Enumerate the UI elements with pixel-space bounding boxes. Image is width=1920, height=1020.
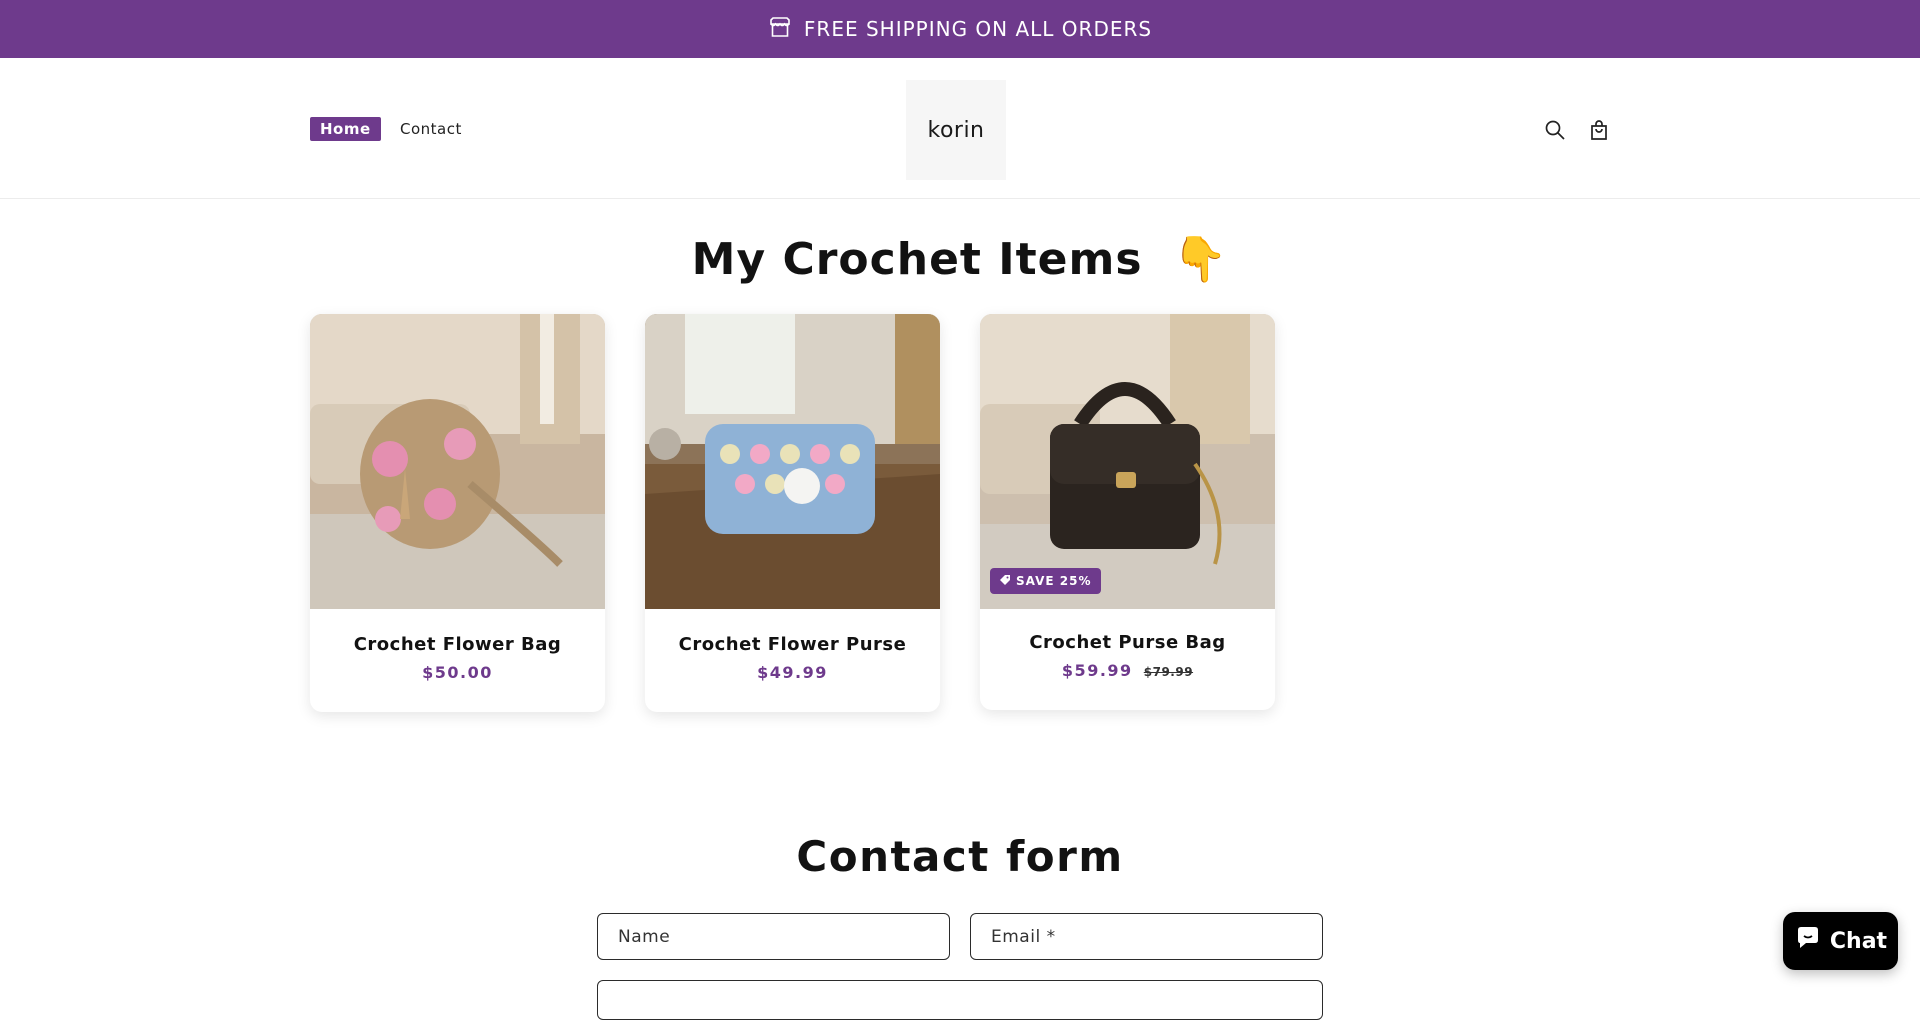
- product-card[interactable]: Crochet Flower Bag $50.00: [310, 314, 605, 712]
- discount-badge-text: SAVE 25%: [1016, 574, 1092, 588]
- email-field[interactable]: [970, 913, 1323, 960]
- chat-bubble-icon: [1794, 924, 1822, 958]
- contact-form-title: Contact form: [796, 832, 1124, 881]
- pointing-down-emoji: 👇: [1172, 234, 1229, 285]
- chat-button[interactable]: Chat: [1783, 912, 1898, 970]
- product-price: $59.99 $79.99: [980, 661, 1275, 680]
- product-image[interactable]: [645, 314, 940, 609]
- sale-price: $49.99: [757, 663, 828, 682]
- compare-at-price: $79.99: [1143, 665, 1194, 679]
- store-icon: [768, 15, 792, 44]
- product-title[interactable]: Crochet Purse Bag: [980, 632, 1275, 653]
- sale-price: $59.99: [1061, 661, 1133, 680]
- chat-label: Chat: [1829, 928, 1888, 954]
- site-header: Home Contact korin: [0, 58, 1920, 199]
- nav-link-home[interactable]: Home: [310, 117, 381, 141]
- discount-badge: SAVE 25%: [990, 568, 1101, 594]
- product-price: $50.00: [310, 663, 605, 682]
- announcement-text: FREE SHIPPING ON ALL ORDERS: [803, 17, 1153, 41]
- cart-icon[interactable]: [1585, 116, 1613, 144]
- store-logo[interactable]: korin: [906, 80, 1006, 180]
- product-card[interactable]: Crochet Flower Purse $49.99: [645, 314, 940, 712]
- logo-text: korin: [927, 117, 985, 143]
- name-field[interactable]: [597, 913, 950, 960]
- tag-icon: [999, 574, 1011, 589]
- announcement-bar: FREE SHIPPING ON ALL ORDERS: [0, 0, 1920, 58]
- product-title[interactable]: Crochet Flower Purse: [645, 634, 940, 655]
- product-image[interactable]: [980, 314, 1275, 609]
- sale-price: $50.00: [422, 663, 493, 682]
- product-image[interactable]: [310, 314, 605, 609]
- phone-field[interactable]: [597, 980, 1323, 1020]
- nav-link-contact[interactable]: Contact: [400, 117, 462, 141]
- collection-title: My Crochet Items 👇: [0, 232, 1920, 288]
- product-card[interactable]: SAVE 25% Crochet Purse Bag $59.99 $79.99: [980, 314, 1275, 710]
- collection-title-text: My Crochet Items: [691, 234, 1143, 285]
- product-price: $49.99: [645, 663, 940, 682]
- search-icon[interactable]: [1541, 116, 1569, 144]
- product-title[interactable]: Crochet Flower Bag: [310, 634, 605, 655]
